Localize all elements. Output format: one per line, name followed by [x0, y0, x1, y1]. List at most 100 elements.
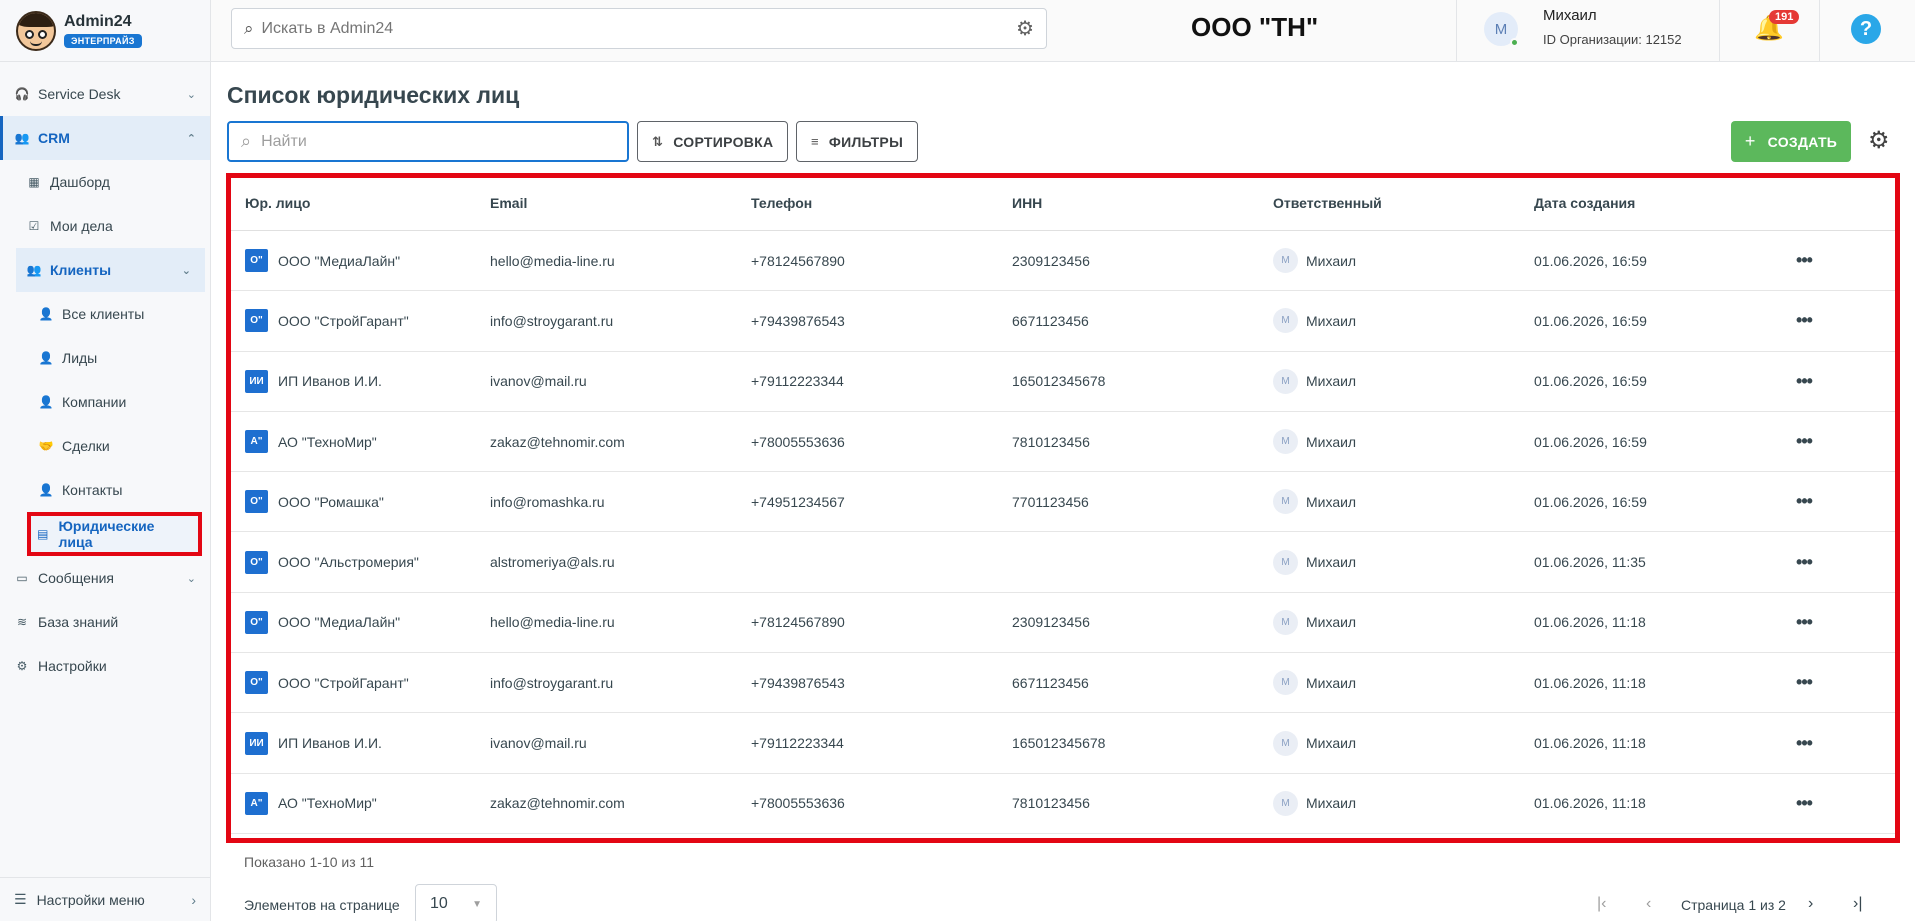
sidebar-item-dashboard[interactable]: ▦ Дашборд: [0, 160, 210, 204]
created-date: 01.06.2026, 16:59: [1534, 433, 1647, 450]
entity-type-icon: ИИ: [245, 369, 268, 393]
sidebar-item-deals[interactable]: 🤝 Сделки: [0, 424, 210, 468]
entity-name[interactable]: ООО "Ромашка": [278, 494, 384, 510]
table-row[interactable]: ИИ ИП Иванов И.И. ivanov@mail.ru +7911222…: [229, 713, 1897, 774]
global-search-input[interactable]: ⌕ Искать в Admin24 ⚙: [231, 8, 1047, 49]
row-more-icon[interactable]: •••: [1774, 552, 1834, 573]
row-more-icon[interactable]: •••: [1774, 250, 1834, 271]
owner-name: Михаил: [1306, 373, 1357, 390]
dashboard-icon: ▦: [28, 175, 40, 189]
entity-email: hello@media-line.ru: [490, 252, 615, 269]
menu-settings-button[interactable]: ☰ Настройки меню ›: [0, 877, 210, 921]
row-more-icon[interactable]: •••: [1774, 733, 1834, 754]
sidebar: Admin24 ЭНТЕРПРАЙЗ 🎧 Service Desk ⌄ 👥 CR…: [0, 0, 211, 921]
table-row[interactable]: А" АО "ТехноМир" zakaz@tehnomir.com +7800…: [229, 412, 1897, 473]
created-date: 01.06.2026, 16:59: [1534, 493, 1647, 510]
sidebar-item-knowledge-base[interactable]: ≋ База знаний: [0, 600, 210, 644]
column-header-owner[interactable]: Ответственный: [1273, 195, 1534, 211]
entity-name[interactable]: ИП Иванов И.И.: [278, 373, 382, 389]
sidebar-item-service-desk[interactable]: 🎧 Service Desk ⌄: [0, 72, 210, 116]
owner-name: Михаил: [1306, 493, 1357, 510]
entity-type-icon: О": [245, 671, 268, 695]
sidebar-item-legal-entities[interactable]: ▤ Юридические лица: [27, 512, 202, 556]
gear-icon: ⚙: [16, 659, 28, 673]
row-more-icon[interactable]: •••: [1774, 310, 1834, 331]
user-org-id: ID Организации: 12152: [1543, 32, 1682, 47]
entity-email: zakaz@tehnomir.com: [490, 433, 625, 450]
prev-page-icon[interactable]: ‹: [1646, 895, 1651, 913]
column-header-email[interactable]: Email: [490, 195, 751, 211]
table-row[interactable]: О" ООО "Альстромерия" alstromeriya@als.ru…: [229, 532, 1897, 593]
sidebar-item-clients[interactable]: 👥 Клиенты ⌄: [16, 248, 205, 292]
entity-type-icon: О": [245, 249, 268, 273]
people-icon: 👥: [26, 263, 42, 277]
row-more-icon[interactable]: •••: [1774, 672, 1834, 693]
sidebar-item-label: Сообщения: [38, 570, 114, 586]
table-row[interactable]: А" АО "ТехноМир" zakaz@tehnomir.com +7800…: [229, 774, 1897, 834]
sidebar-item-settings[interactable]: ⚙ Настройки: [0, 644, 210, 688]
table-settings-gear-icon[interactable]: ⚙: [1868, 126, 1890, 155]
table-row[interactable]: О" ООО "МедиаЛайн" hello@media-line.ru +7…: [229, 593, 1897, 654]
entity-name[interactable]: ООО "МедиаЛайн": [278, 253, 400, 269]
sort-icon: ⇅: [652, 133, 664, 149]
table-row[interactable]: О" ООО "СтройГарант" info@stroygarant.ru …: [229, 291, 1897, 352]
sidebar-item-all-clients[interactable]: 👤 Все клиенты: [0, 292, 210, 336]
sidebar-item-label: Юридические лица: [58, 518, 155, 550]
row-more-icon[interactable]: •••: [1774, 371, 1834, 392]
entity-name[interactable]: АО "ТехноМир": [278, 795, 377, 811]
table-row[interactable]: О" ООО "МедиаЛайн" hello@media-line.ru +7…: [229, 231, 1897, 292]
user-name[interactable]: Михаил: [1543, 7, 1597, 24]
entity-name[interactable]: ООО "СтройГарант": [278, 313, 409, 329]
sort-button[interactable]: ⇅ СОРТИРОВКА: [637, 121, 789, 162]
sort-button-label: СОРТИРОВКА: [673, 133, 774, 150]
sidebar-item-leads[interactable]: 👤 Лиды: [0, 336, 210, 380]
filter-button[interactable]: ≡ ФИЛЬТРЫ: [796, 121, 919, 162]
entity-name[interactable]: АО "ТехноМир": [278, 434, 377, 450]
filter-button-label: ФИЛЬТРЫ: [828, 133, 904, 150]
next-page-icon[interactable]: ›: [1808, 895, 1813, 913]
sidebar-item-companies[interactable]: 👤 Компании: [0, 380, 210, 424]
entity-name[interactable]: ООО "СтройГарант": [278, 675, 409, 691]
entity-name[interactable]: ООО "Альстромерия": [278, 554, 419, 570]
create-button[interactable]: + СОЗДАТЬ: [1731, 121, 1851, 162]
brand[interactable]: Admin24 ЭНТЕРПРАЙЗ: [0, 0, 210, 62]
entity-email: hello@media-line.ru: [490, 614, 615, 631]
entity-inn: 7701123456: [1012, 493, 1089, 510]
row-more-icon[interactable]: •••: [1774, 491, 1834, 512]
row-more-icon[interactable]: •••: [1774, 612, 1834, 633]
table-row[interactable]: ИИ ИП Иванов И.И. ivanov@mail.ru +7911222…: [229, 352, 1897, 412]
column-header-created[interactable]: Дата создания: [1534, 195, 1774, 211]
owner-name: Михаил: [1306, 614, 1357, 631]
first-page-icon[interactable]: |‹: [1597, 895, 1606, 913]
column-header-entity[interactable]: Юр. лицо: [229, 195, 490, 211]
entity-name[interactable]: ИП Иванов И.И.: [278, 735, 382, 751]
sidebar-item-label: Компании: [62, 394, 127, 410]
table-row[interactable]: О" ООО "Ромашка" info@romashka.ru +749512…: [229, 472, 1897, 533]
last-page-icon[interactable]: ›|: [1853, 895, 1862, 913]
sidebar-item-messages[interactable]: ▭ Сообщения ⌄: [0, 556, 210, 600]
column-header-phone[interactable]: Телефон: [751, 195, 1012, 211]
help-icon[interactable]: ?: [1851, 14, 1881, 44]
table-row[interactable]: О" ООО "СтройГарант" info@stroygarant.ru …: [229, 653, 1897, 714]
handshake-icon: 🤝: [38, 439, 54, 453]
entity-phone: +74951234567: [751, 493, 845, 510]
entity-name[interactable]: ООО "МедиаЛайн": [278, 614, 400, 630]
sidebar-item-crm[interactable]: 👥 CRM ⌃: [0, 116, 210, 160]
sidebar-item-contacts[interactable]: 👤 Контакты: [0, 468, 210, 512]
search-settings-icon[interactable]: ⚙: [1016, 16, 1034, 41]
column-header-inn[interactable]: ИНН: [1012, 195, 1273, 211]
created-date: 01.06.2026, 11:18: [1534, 614, 1646, 631]
sidebar-item-my-tasks[interactable]: ☑ Мои дела: [0, 204, 210, 248]
plan-badge: ЭНТЕРПРАЙЗ: [64, 33, 142, 48]
chevron-down-icon: ⌄: [186, 88, 196, 101]
row-more-icon[interactable]: •••: [1774, 793, 1834, 814]
list-search-input[interactable]: ⌕ Найти: [227, 121, 629, 162]
legal-entities-table: Юр. лицо Email Телефон ИНН Ответственный…: [226, 173, 1900, 843]
owner-name: Михаил: [1306, 735, 1357, 752]
caret-down-icon: ▼: [472, 898, 482, 910]
created-date: 01.06.2026, 11:18: [1534, 674, 1646, 691]
entity-phone: +79439876543: [751, 674, 845, 691]
chat-icon: ▭: [16, 571, 28, 585]
row-more-icon[interactable]: •••: [1774, 431, 1834, 452]
per-page-select[interactable]: 10 ▼: [415, 884, 497, 921]
